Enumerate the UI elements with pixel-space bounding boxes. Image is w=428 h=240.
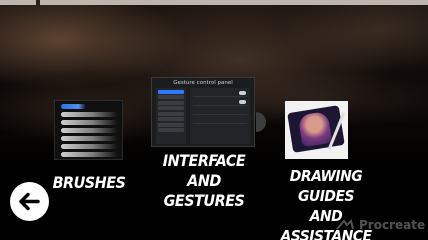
brushes-label[interactable]: BRUSHES <box>48 173 130 193</box>
watermark-text: Procreate <box>359 218 426 232</box>
back-button[interactable] <box>10 182 49 221</box>
brush-stroke <box>61 120 118 125</box>
back-arrow-icon <box>19 192 40 211</box>
top-bar <box>0 0 428 5</box>
brush-stroke <box>61 152 118 157</box>
interface-preview-sidebar <box>156 88 186 144</box>
brushes-card[interactable] <box>54 100 123 160</box>
brush-stroke-selected <box>61 104 87 109</box>
brush-stroke <box>61 144 118 149</box>
top-bar-divider <box>36 0 40 5</box>
interface-card[interactable]: Gesture control panel <box>151 77 255 147</box>
brush-stroke <box>61 112 118 117</box>
interface-label[interactable]: INTERFACE AND GESTURES <box>148 151 260 211</box>
interface-preview-panel <box>190 88 250 144</box>
procreate-logo-icon <box>336 219 354 230</box>
brush-stroke <box>61 136 118 141</box>
drawing-guides-card[interactable] <box>285 101 348 159</box>
toggle-icon <box>239 100 246 104</box>
interface-preview-title: Gesture control panel <box>173 80 233 86</box>
brush-stroke <box>61 128 118 133</box>
toggle-icon <box>239 91 246 95</box>
procreate-watermark: Procreate <box>335 218 427 232</box>
